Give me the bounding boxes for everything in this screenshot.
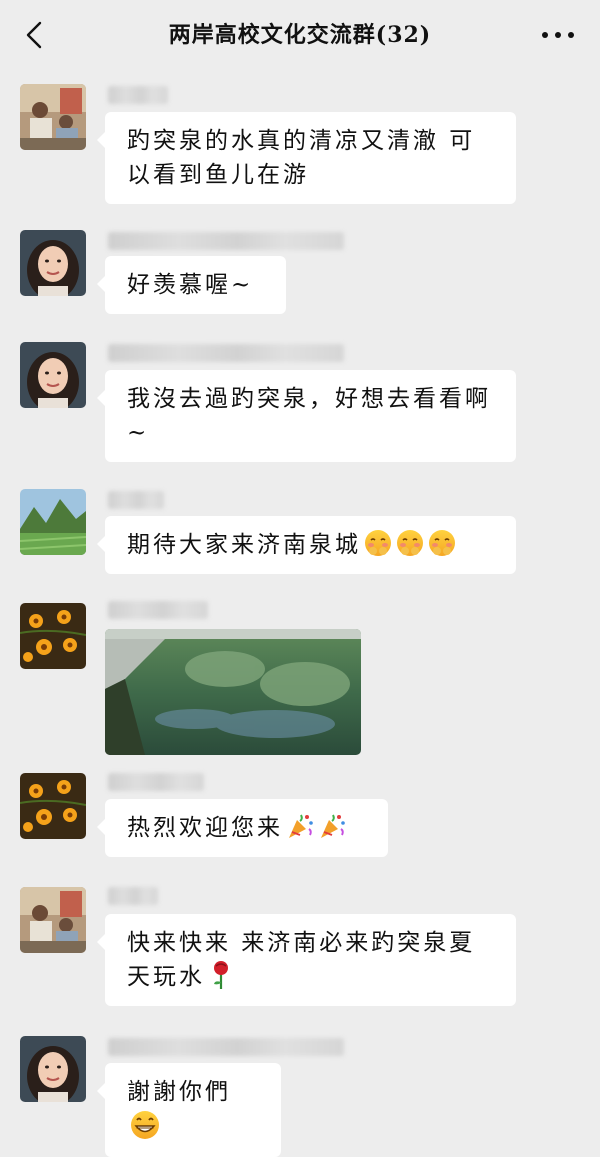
message-bubble[interactable]: 謝謝你們	[97, 1063, 281, 1157]
avatar-woman-portrait[interactable]	[20, 342, 86, 408]
party-popper-emoji	[289, 814, 313, 838]
spring-pool-photo[interactable]	[105, 629, 361, 755]
sender-name-blurred	[108, 887, 158, 905]
rose-emoji	[214, 961, 228, 989]
avatar-family-photo[interactable]	[20, 887, 86, 953]
message-bubble[interactable]: 我沒去過趵突泉，好想去看看啊~	[97, 370, 516, 462]
more-dots-icon[interactable]	[540, 24, 576, 46]
message-text: 期待大家来济南泉城	[127, 532, 361, 558]
blushing-face-emoji	[429, 530, 455, 556]
chat-header: 两岸高校文化交流群(32)	[0, 0, 600, 70]
blushing-face-emoji	[365, 530, 391, 556]
message-bubble[interactable]: 期待大家来济南泉城	[97, 516, 516, 574]
sender-name-blurred	[108, 86, 168, 104]
sender-name-blurred	[108, 773, 204, 791]
message-text: 快来快来 来济南必来趵突泉夏天玩水	[127, 930, 476, 990]
message-text: 謝謝你們	[127, 1079, 231, 1105]
sender-name-blurred	[108, 344, 344, 362]
message-bubble[interactable]: 趵突泉的水真的清凉又清澈 可以看到鱼儿在游	[97, 112, 516, 204]
message-bubble[interactable]: 快来快来 来济南必来趵突泉夏天玩水	[97, 914, 516, 1006]
message-text: 趵突泉的水真的清凉又清澈 可以看到鱼儿在游	[127, 128, 476, 188]
party-popper-emoji	[321, 814, 345, 838]
avatar-woman-portrait[interactable]	[20, 230, 86, 296]
group-title: 两岸高校文化交流群(32)	[168, 22, 432, 48]
avatar-woman-portrait[interactable]	[20, 1036, 86, 1102]
message-bubble[interactable]: 热烈欢迎您来	[97, 799, 388, 857]
grinning-face-emoji	[131, 1111, 159, 1139]
avatar-green-landscape[interactable]	[20, 489, 86, 555]
sender-name-blurred	[108, 232, 344, 250]
message-text: 好羡慕喔~	[127, 272, 254, 298]
avatar-yellow-flowers[interactable]	[20, 773, 86, 839]
message-text: 我沒去過趵突泉，好想去看看啊~	[127, 386, 491, 446]
sender-name-blurred	[108, 1038, 344, 1056]
blushing-face-emoji	[397, 530, 423, 556]
message-text: 热烈欢迎您来	[127, 815, 283, 841]
avatar-family-photo[interactable]	[20, 84, 86, 150]
sender-name-blurred	[108, 491, 164, 509]
avatar-yellow-flowers[interactable]	[20, 603, 86, 669]
message-bubble[interactable]: 好羡慕喔~	[97, 256, 286, 314]
sender-name-blurred	[108, 601, 208, 619]
